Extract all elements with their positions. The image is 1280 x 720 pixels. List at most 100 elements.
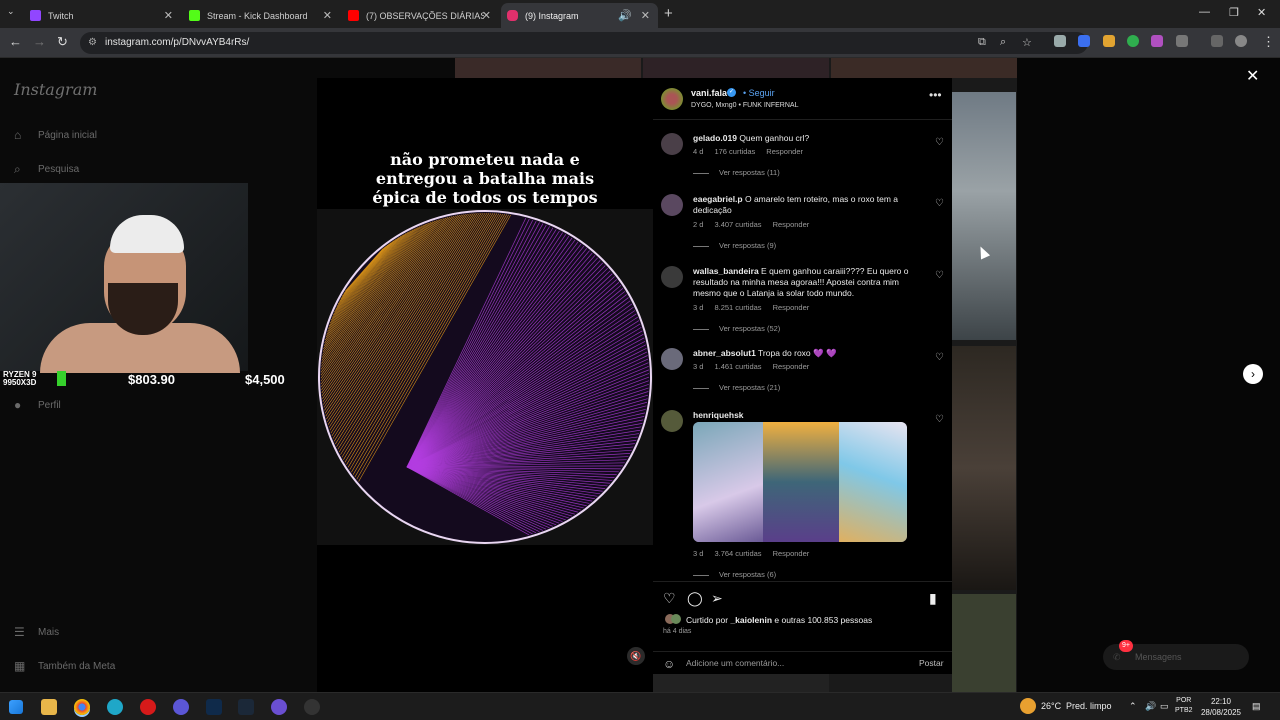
site-info-icon[interactable]: ⚙: [88, 37, 97, 48]
like-comment-icon[interactable]: ♡: [935, 137, 944, 148]
windows-start-icon[interactable]: [9, 700, 23, 714]
comment-icon[interactable]: ◯: [687, 590, 703, 607]
reply-button[interactable]: Responder: [766, 147, 803, 156]
extensions-puzzle-icon[interactable]: [1176, 35, 1188, 47]
weather-text[interactable]: Pred. limpo: [1066, 701, 1112, 711]
avatar[interactable]: [661, 266, 683, 288]
edge-icon[interactable]: [107, 699, 123, 715]
tab-search-icon[interactable]: ⌄: [7, 6, 15, 17]
close-tab-icon[interactable]: ✕: [164, 9, 173, 22]
save-bookmark-icon[interactable]: ▮: [929, 590, 937, 607]
grid-tile[interactable]: [455, 58, 641, 78]
view-replies-button[interactable]: Ver respostas (52): [693, 324, 780, 333]
avatar[interactable]: [661, 348, 683, 370]
steam-icon[interactable]: [238, 699, 254, 715]
comment-likes[interactable]: 176 curtidas: [714, 147, 755, 156]
new-tab-icon[interactable]: +: [664, 5, 673, 22]
bookmark-star-icon[interactable]: ☆: [1022, 36, 1032, 49]
close-tab-icon[interactable]: ✕: [482, 9, 491, 22]
media-control-icon[interactable]: [1211, 35, 1223, 47]
network-icon[interactable]: ▭: [1160, 701, 1169, 712]
view-replies-button[interactable]: Ver respostas (6): [693, 570, 776, 579]
comment-likes[interactable]: 3.764 curtidas: [714, 549, 761, 558]
tab-youtube[interactable]: (7) OBSERVAÇÕES DIÁRIAS (EP ✕: [342, 3, 499, 28]
close-tab-icon[interactable]: ✕: [641, 9, 650, 22]
notifications-icon[interactable]: ▤: [1252, 701, 1261, 712]
comment-gif[interactable]: [693, 422, 907, 542]
forward-icon[interactable]: →: [33, 34, 46, 49]
comment-input[interactable]: Adicione um comentário...: [686, 658, 784, 668]
close-tab-icon[interactable]: ✕: [323, 9, 332, 22]
avatar[interactable]: [661, 133, 683, 155]
reply-button[interactable]: Responder: [773, 362, 810, 371]
install-app-icon[interactable]: ⧉: [978, 36, 986, 49]
nav-search[interactable]: ⌕ Pesquisa: [14, 162, 79, 177]
reply-button[interactable]: Responder: [773, 220, 810, 229]
chrome-menu-icon[interactable]: ⋮: [1262, 34, 1275, 50]
discord-icon[interactable]: [271, 699, 287, 715]
messages-button[interactable]: ✆ 9+ Mensagens: [1103, 640, 1249, 670]
reply-button[interactable]: Responder: [773, 549, 810, 558]
minimize-icon[interactable]: —: [1199, 6, 1210, 18]
photoshop-icon[interactable]: [206, 699, 222, 715]
nav-also-from-meta[interactable]: ▦ Também da Meta: [14, 659, 115, 673]
like-comment-icon[interactable]: ♡: [935, 414, 944, 425]
grid-tile[interactable]: [643, 672, 829, 692]
mute-icon[interactable]: 🔇: [627, 647, 645, 665]
next-post-icon[interactable]: ›: [1243, 364, 1263, 384]
comment-username[interactable]: gelado.019: [693, 133, 737, 143]
address-bar[interactable]: ⚙ instagram.com/p/DNvvAYB4rRs/ ⧉ ⌕ ☆: [80, 32, 1088, 54]
tab-twitch[interactable]: Twitch ✕: [24, 3, 181, 28]
extension-green-icon[interactable]: [1127, 35, 1139, 47]
tab-instagram[interactable]: (9) Instagram 🔊 ✕: [501, 3, 658, 28]
volume-icon[interactable]: 🔊: [1145, 701, 1156, 712]
liked-by-user[interactable]: _kaiolenin: [730, 615, 772, 625]
back-icon[interactable]: ←: [9, 34, 22, 49]
avatar[interactable]: [661, 410, 683, 432]
more-options-icon[interactable]: •••: [929, 88, 942, 102]
view-replies-button[interactable]: Ver respostas (11): [693, 168, 780, 177]
comment-username[interactable]: eaegabriel.p: [693, 194, 743, 204]
nav-home[interactable]: ⌂ Página inicial: [14, 128, 97, 142]
grid-tile[interactable]: [952, 346, 1016, 590]
post-comment-button[interactable]: Postar: [919, 658, 944, 668]
like-icon[interactable]: ♡: [663, 590, 676, 607]
language-indicator[interactable]: POR PTB2: [1175, 696, 1193, 716]
avatar[interactable]: [661, 194, 683, 216]
instagram-logo[interactable]: Instagram: [14, 80, 97, 99]
extension-purple-icon[interactable]: [1151, 35, 1163, 47]
grid-tile[interactable]: [952, 594, 1016, 692]
restore-icon[interactable]: ❐: [1229, 6, 1239, 19]
comment-username[interactable]: wallas_bandeira: [693, 266, 759, 276]
reload-icon[interactable]: ↻: [57, 34, 68, 50]
grid-tile[interactable]: [952, 92, 1016, 340]
like-comment-icon[interactable]: ♡: [935, 352, 944, 363]
chrome-icon[interactable]: [74, 699, 90, 715]
follow-button[interactable]: • Seguir: [743, 88, 775, 98]
weather-temp[interactable]: 26°C: [1041, 701, 1061, 711]
comment-likes[interactable]: 3.407 curtidas: [714, 220, 761, 229]
like-comment-icon[interactable]: ♡: [935, 198, 944, 209]
opera-icon[interactable]: [140, 699, 156, 715]
tab-kick[interactable]: Stream - Kick Dashboard ✕: [183, 3, 340, 28]
extension-color-icon[interactable]: [1103, 35, 1115, 47]
author-avatar[interactable]: [661, 88, 683, 110]
audio-credit[interactable]: DYGO, Mxng0 • FUNK INFERNAL: [691, 102, 798, 109]
grid-tile[interactable]: [831, 58, 1017, 78]
comment-username[interactable]: henriquehsk: [693, 410, 744, 420]
view-replies-button[interactable]: Ver respostas (21): [693, 383, 780, 392]
nav-profile[interactable]: ● Perfil: [14, 398, 61, 412]
liked-by[interactable]: Curtido por _kaiolenin e outras 100.853 …: [686, 615, 872, 625]
emoji-icon[interactable]: ☺: [663, 657, 675, 671]
weather-icon[interactable]: [1020, 698, 1036, 714]
window-close-icon[interactable]: ✕: [1257, 6, 1266, 19]
share-icon[interactable]: ➢: [711, 590, 723, 607]
reel-video[interactable]: não prometeu nada e entregou a batalha m…: [317, 78, 653, 692]
reply-button[interactable]: Responder: [773, 303, 810, 312]
comment-likes[interactable]: 1.461 curtidas: [714, 362, 761, 371]
tray-chevron-icon[interactable]: ⌃: [1129, 701, 1137, 712]
clock[interactable]: 22:10 28/08/2025: [1196, 696, 1246, 718]
nav-more[interactable]: ☰ Mais: [14, 625, 59, 639]
extension-shield-icon[interactable]: [1054, 35, 1066, 47]
close-post-icon[interactable]: ✕: [1246, 66, 1259, 86]
